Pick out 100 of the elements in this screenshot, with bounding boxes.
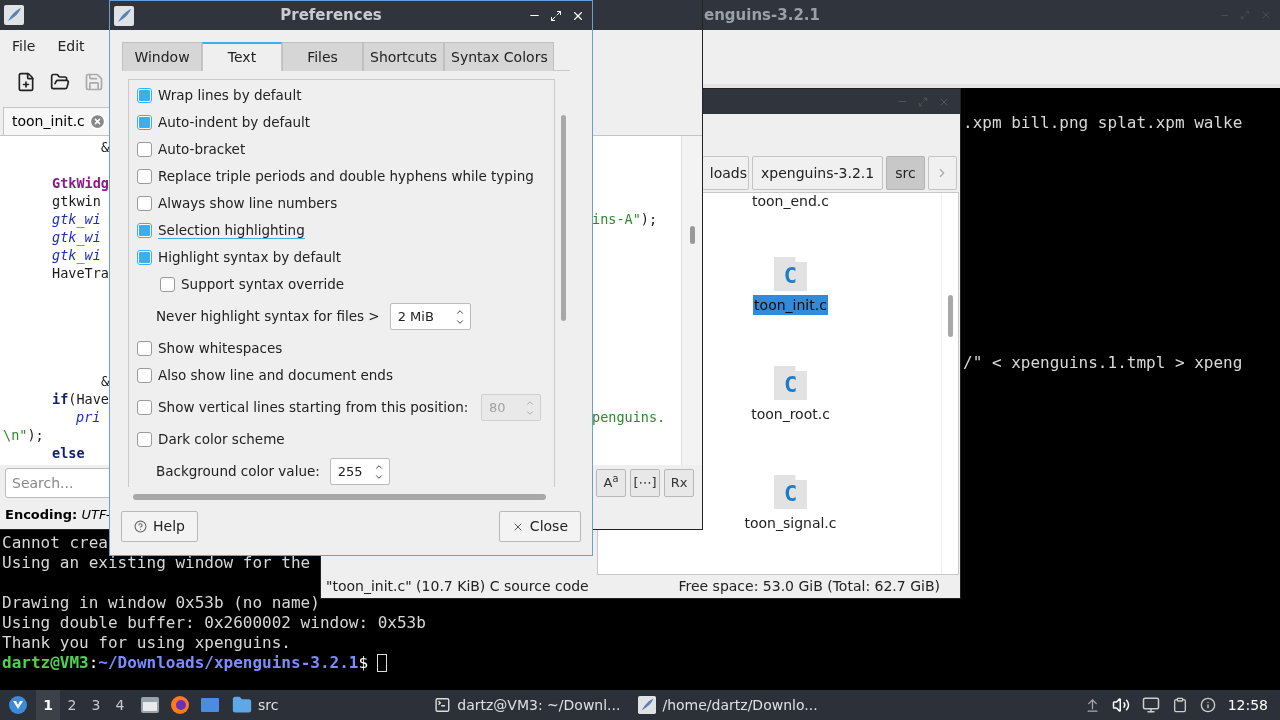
option-label: Selection highlighting: [158, 222, 305, 239]
c-file-icon: C: [774, 257, 807, 291]
code-text: gtkwin: [52, 193, 101, 209]
desktop-icon[interactable]: [200, 695, 220, 715]
tab[interactable]: Files: [282, 42, 363, 71]
notification-icon[interactable]: [1199, 697, 1216, 713]
checkbox[interactable]: [137, 341, 152, 356]
workspace-button[interactable]: 3: [84, 690, 108, 720]
option-label: Highlight syntax by default: [158, 248, 341, 268]
scrollbar-thumb[interactable]: [133, 494, 546, 500]
terminal-line: Cannot crea: [2, 533, 108, 552]
feather-icon: [4, 5, 24, 25]
network-icon[interactable]: [1141, 696, 1160, 714]
feather-icon: [638, 696, 657, 714]
maximize-icon[interactable]: [550, 9, 562, 22]
new-file-icon[interactable]: [16, 72, 36, 92]
option-label: Auto-indent by default: [158, 113, 311, 133]
encoding-status: Encoding: UTF-: [5, 506, 111, 525]
clock[interactable]: 12:58: [1227, 694, 1268, 716]
terminal-line: Using double buffer: 0x2600002 window: 0x53b: [2, 613, 426, 632]
code-text: gtk_wi: [52, 229, 101, 245]
checkbox[interactable]: [137, 169, 152, 184]
browser-icon[interactable]: [170, 695, 190, 715]
file-name[interactable]: toon_end.c: [752, 193, 829, 209]
terminal-icon: [434, 696, 452, 714]
workspace-button[interactable]: 1: [36, 690, 60, 720]
search-option-button[interactable]: Rx: [664, 469, 694, 497]
scrollbar-thumb[interactable]: [560, 115, 566, 321]
checkbox[interactable]: [137, 115, 152, 130]
checkbox[interactable]: [137, 368, 152, 383]
help-button[interactable]: Help: [121, 511, 198, 542]
code-text: else: [52, 445, 85, 461]
path-button[interactable]: loads: [703, 156, 749, 190]
code-text: HaveTra: [52, 265, 109, 281]
tab[interactable]: Text: [202, 42, 282, 71]
start-menu-icon[interactable]: [8, 695, 28, 715]
close-button[interactable]: Close: [498, 511, 581, 542]
tab[interactable]: Syntax Colors: [444, 42, 554, 71]
file-manager-icon[interactable]: [140, 695, 160, 715]
code-text: &: [101, 139, 110, 155]
taskbar-item[interactable]: src: [230, 690, 281, 720]
option-label: Dark color scheme: [158, 430, 285, 450]
cursor: [377, 654, 388, 672]
search-option-button[interactable]: [⋯]: [630, 469, 660, 497]
next-path-button[interactable]: [927, 156, 957, 190]
checkbox[interactable]: [137, 142, 152, 157]
menu-item[interactable]: Edit: [57, 35, 85, 57]
code-text: gtk_wi: [52, 247, 101, 263]
file-info-status: "toon_init.c" (10.7 KiB) C source code: [326, 577, 589, 596]
path-button[interactable]: src: [886, 156, 925, 190]
code-text: &: [101, 373, 110, 389]
prompt-path: ~/Downloads/xpenguins-3.2.1: [98, 653, 359, 673]
search-option-button[interactable]: A$^{a}$: [596, 469, 626, 497]
spin-box[interactable]: 255: [329, 458, 390, 485]
terminal-line: Thank you for using xpenguins.: [2, 633, 291, 652]
window-title: enguins-3.2.1: [704, 4, 820, 26]
code-text: );: [640, 211, 658, 227]
path-button[interactable]: xpenguins-3.2.1: [752, 156, 884, 190]
terminal-line: .xpm bill.png splat.xpm walke: [963, 113, 1243, 132]
taskbar-item[interactable]: dartz@VM3: ~/Downl...: [432, 690, 623, 720]
terminal-line: Using an existing window for the: [2, 553, 311, 572]
scrollbar-thumb[interactable]: [689, 226, 695, 244]
free-space-status: Free space: 53.0 GiB (Total: 62.7 GiB): [678, 577, 940, 596]
terminal-line: /" < xpenguins.1.tmpl > xpeng: [963, 353, 1243, 372]
option-label: Never highlight syntax for files >: [156, 307, 380, 327]
prompt-symbol: $: [358, 653, 369, 673]
scrollbar-thumb[interactable]: [947, 295, 953, 337]
menu-item[interactable]: File: [12, 35, 36, 57]
terminal-line: Drawing in window 0x53b (no name): [2, 593, 320, 612]
clipboard-icon[interactable]: [1171, 696, 1188, 714]
code-text: if: [52, 391, 69, 407]
tab[interactable]: Window: [122, 42, 202, 71]
c-file-icon: C: [774, 475, 807, 509]
checkbox[interactable]: [137, 223, 152, 238]
option-label: Auto-bracket: [158, 140, 246, 160]
folder-icon: [232, 695, 252, 715]
option-label: Support syntax override: [181, 275, 345, 295]
volume-icon[interactable]: [1111, 696, 1130, 714]
checkbox[interactable]: [137, 196, 152, 211]
code-text: ins-A": [592, 211, 641, 227]
code-text: \n": [3, 427, 28, 443]
taskbar-item[interactable]: /home/dartz/Downlo...: [636, 690, 827, 720]
file-name[interactable]: toon_init.c: [753, 295, 828, 315]
option-label: Always show line numbers: [158, 194, 338, 214]
checkbox[interactable]: [137, 250, 152, 265]
save-icon[interactable]: [84, 72, 104, 92]
code-text: gtk_wi: [52, 211, 101, 227]
checkbox[interactable]: [137, 88, 152, 103]
checkbox[interactable]: [160, 277, 175, 292]
folder-icon[interactable]: [50, 72, 70, 92]
workspace-button[interactable]: 4: [108, 690, 132, 720]
option-label: Show whitespaces: [158, 339, 283, 359]
code-text: (Have: [68, 391, 109, 407]
feather-icon: [114, 5, 134, 26]
workspace-button[interactable]: 2: [60, 690, 84, 720]
spin-box[interactable]: 2 MiB: [389, 303, 471, 330]
checkbox[interactable]: [137, 432, 152, 447]
tab[interactable]: Shortcuts: [363, 42, 444, 71]
option-label: Replace triple periods and double hyphens while typing: [158, 167, 534, 187]
prompt-user: dartz@VM3: [2, 653, 89, 673]
